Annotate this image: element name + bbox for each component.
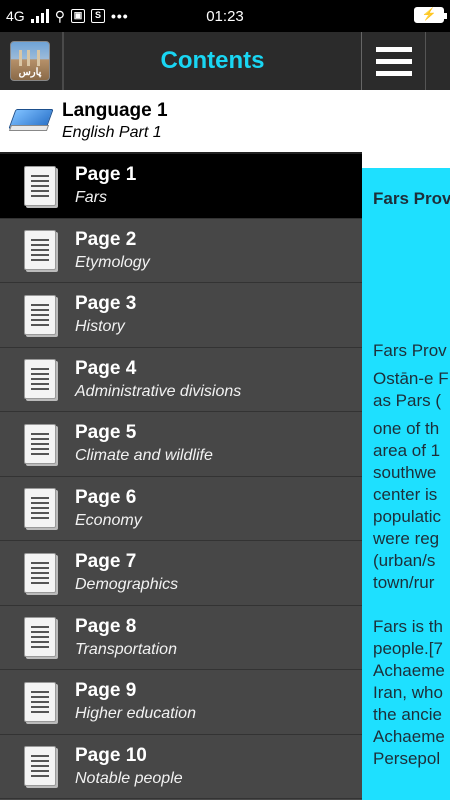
article-heading: Fars Prov [373, 189, 450, 208]
page-item-subtitle: Notable people [75, 769, 183, 787]
menu-icon[interactable] [362, 32, 426, 90]
article-line: Fars Prov [373, 341, 447, 360]
page-item-subtitle: History [75, 318, 125, 336]
article-line: people.[7 [373, 639, 443, 658]
page-item-subtitle: Climate and wildlife [75, 447, 213, 465]
book-icon [8, 107, 54, 135]
page-item-title: Page 4 [75, 357, 137, 379]
page-item-subtitle: Fars [75, 189, 107, 207]
article-line: southwe [373, 463, 437, 482]
document-icon [24, 681, 56, 722]
document-icon [24, 552, 56, 593]
article-line: the ancie [373, 705, 442, 724]
article-line [373, 594, 450, 616]
drawer-title: Contents [160, 47, 265, 74]
page-item-title: Page 8 [75, 615, 137, 637]
page-item-subtitle: Higher education [75, 705, 196, 723]
page-item-title: Page 7 [75, 551, 137, 573]
page-list: Page 1 Fars Page 2 Etymology Page 3 History Pa… [0, 154, 362, 799]
page-item-subtitle: Demographics [75, 576, 179, 594]
status-bar: 4G ⚲ ▣ S ••• 01:23 ⚡ [0, 0, 450, 32]
article-line: Fars is th [373, 617, 443, 636]
article-line: Achaeme [373, 661, 445, 680]
page-item-1[interactable]: Page 1 Fars [0, 154, 362, 219]
content-pane: Fars Prov Fars Prov Ostān-e F as Pars ( one… [362, 32, 450, 800]
page-item-title: Page 5 [75, 422, 137, 444]
article-line: (urban/s [373, 551, 436, 570]
page-item-title: Page 2 [75, 228, 137, 250]
article-line: area of 1 [373, 441, 441, 460]
page-item-6[interactable]: Page 6 Economy [0, 476, 362, 541]
app-logo-icon[interactable]: پارس [10, 41, 50, 81]
article-line: were reg [373, 529, 440, 548]
page-item-10[interactable]: Page 10 Notable people [0, 734, 362, 799]
article-line: Ostān-e F [373, 369, 449, 388]
article-line: Persepol [373, 749, 441, 768]
document-icon [24, 488, 56, 529]
document-icon [24, 359, 56, 400]
page-item-title: Page 9 [75, 680, 137, 702]
page-item-subtitle: Etymology [75, 253, 150, 271]
document-icon [24, 617, 56, 658]
page-item-subtitle: Transportation [75, 640, 177, 658]
language-subtitle: English Part 1 [62, 124, 162, 141]
document-icon [24, 165, 56, 206]
document-icon [24, 423, 56, 464]
article-line: as Pars ( [373, 391, 442, 410]
article-body: Fars Prov Fars Prov Ostān-e F as Pars ( one… [362, 168, 450, 800]
document-icon [24, 230, 56, 271]
page-item-title: Page 3 [75, 293, 137, 315]
page-item-4[interactable]: Page 4 Administrative divisions [0, 347, 362, 412]
language-title: Language 1 [62, 100, 168, 121]
drawer-header: پارس Contents [0, 32, 362, 90]
language-item[interactable]: Language 1 English Part 1 [0, 90, 362, 154]
battery-icon: ⚡ [414, 7, 447, 23]
page-item-9[interactable]: Page 9 Higher education [0, 670, 362, 735]
article-line: one of th [373, 419, 440, 438]
article-line: town/rur [373, 573, 435, 592]
page-item-5[interactable]: Page 5 Climate and wildlife [0, 412, 362, 477]
article-line: populatic [373, 507, 442, 526]
page-item-subtitle: Economy [75, 511, 142, 529]
page-item-subtitle: Administrative divisions [75, 382, 242, 400]
page-item-8[interactable]: Page 8 Transportation [0, 605, 362, 670]
page-item-2[interactable]: Page 2 Etymology [0, 218, 362, 283]
page-item-7[interactable]: Page 7 Demographics [0, 541, 362, 606]
page-item-title: Page 10 [75, 744, 147, 766]
article-line: Iran, who [373, 683, 443, 702]
article-line: center is [373, 485, 438, 504]
page-item-title: Page 1 [75, 164, 137, 186]
page-item-3[interactable]: Page 3 History [0, 283, 362, 348]
content-toolbar [362, 32, 450, 90]
content-banner [362, 90, 450, 168]
document-icon [24, 294, 56, 335]
page-item-title: Page 6 [75, 486, 137, 508]
clock: 01:23 [206, 8, 244, 25]
article-line: Achaeme [373, 727, 445, 746]
document-icon [24, 746, 56, 787]
navigation-drawer: پارس Contents Language 1 English Part 1 … [0, 32, 362, 800]
